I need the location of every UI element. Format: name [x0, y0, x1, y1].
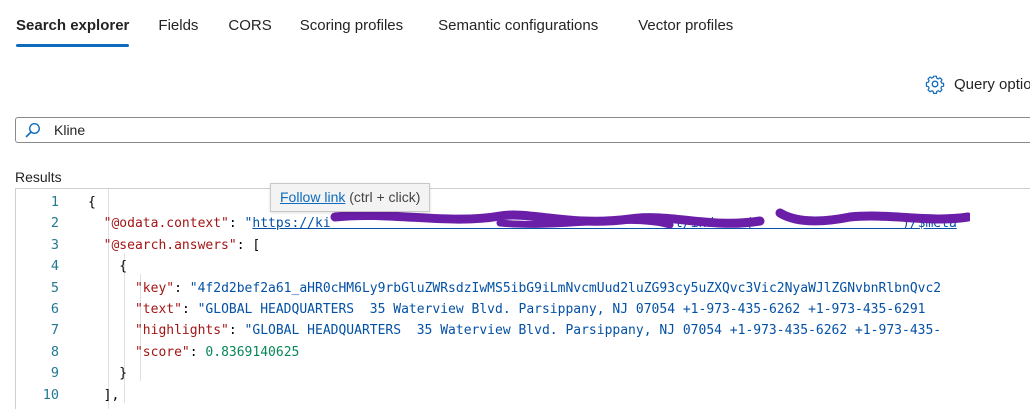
- code-line: 1{: [16, 192, 1030, 213]
- code-token: :: [189, 344, 206, 360]
- code-line: 3 "@search.answers": [: [16, 235, 1030, 256]
- code-line: 7 "highlights": "GLOBAL HEADQUARTERS 35 …: [16, 320, 1030, 341]
- search-icon: [25, 122, 41, 138]
- results-label: Results: [15, 169, 62, 185]
- line-number: 3: [50, 236, 59, 253]
- code-token[interactable]: https://ki t/indexes(' ')/$meta: [252, 216, 956, 231]
- code-token: :: [228, 323, 245, 339]
- code-token: 0.8369140625: [205, 344, 300, 360]
- line-content: "key": "4f2d2bef2a61_aHR0cHM6Ly9rbGluZWR…: [88, 278, 941, 299]
- line-number: 1: [50, 194, 59, 210]
- code-token: {: [88, 259, 128, 275]
- code-token: :: [228, 216, 245, 232]
- tab-cors[interactable]: CORS: [228, 17, 271, 34]
- follow-link-tooltip: Follow link (ctrl + click): [270, 183, 431, 212]
- code-token: "highlights": [134, 323, 229, 339]
- line-number: 9: [50, 365, 59, 382]
- tab-search-explorer[interactable]: Search explorer: [16, 17, 130, 47]
- line-number: 2: [50, 215, 59, 232]
- results-json-editor[interactable]: 1{2 "@odata.context": "https://ki t/inde…: [15, 188, 1030, 409]
- line-content: "@odata.context": "https://ki t/indexes(…: [88, 213, 957, 234]
- tab-vector-profiles[interactable]: Vector profiles: [638, 17, 733, 34]
- line-number: 10: [42, 386, 59, 403]
- gear-icon: [925, 75, 945, 94]
- code-line: 5 "key": "4f2d2bef2a61_aHR0cHM6Ly9rbGluZ…: [16, 278, 1030, 299]
- follow-link-hint: (ctrl + click): [349, 189, 421, 205]
- code-line: 10 ],: [16, 385, 1030, 406]
- code-token: "@odata.context": [103, 216, 229, 232]
- line-content: }: [88, 363, 127, 384]
- code-token: "@search.answers": [103, 237, 237, 253]
- line-number: 4: [50, 258, 59, 275]
- line-number: 7: [50, 322, 59, 339]
- search-input[interactable]: [54, 122, 954, 138]
- tab-scoring-profiles[interactable]: Scoring profiles: [300, 17, 403, 34]
- code-line: 9 }: [16, 363, 1030, 384]
- code-token: "4f2d2bef2a61_aHR0cHM6Ly9rbGluZWRsdzIwMS…: [189, 280, 942, 296]
- line-content: "score": 0.8369140625: [88, 342, 299, 363]
- query-options-label: Query optio: [954, 75, 1030, 93]
- code-token: "GLOBAL HEADQUARTERS 35 Waterview Blvd. …: [244, 323, 942, 339]
- follow-link[interactable]: Follow link: [280, 189, 345, 205]
- search-index-page: Search explorer Fields CORS Scoring prof…: [0, 0, 1030, 409]
- code-token: }: [88, 366, 128, 382]
- line-content: {: [88, 256, 127, 277]
- tab-fields[interactable]: Fields: [158, 17, 198, 34]
- code-line: 4 {: [16, 256, 1030, 277]
- code-token: :: [181, 301, 198, 317]
- line-content: "highlights": "GLOBAL HEADQUARTERS 35 Wa…: [88, 320, 941, 341]
- line-content: {: [88, 192, 96, 213]
- line-content: "@search.answers": [: [88, 235, 261, 256]
- line-number: 8: [50, 343, 59, 360]
- line-content: ],: [88, 385, 120, 406]
- code-token: "GLOBAL HEADQUARTERS 35 Waterview Blvd. …: [197, 301, 926, 317]
- code-line: 8 "score": 0.8369140625: [16, 342, 1030, 363]
- code-line: 6 "text": "GLOBAL HEADQUARTERS 35 Waterv…: [16, 299, 1030, 320]
- line-content: "text": "GLOBAL HEADQUARTERS 35 Watervie…: [88, 299, 926, 320]
- code-line: 2 "@odata.context": "https://ki t/indexe…: [16, 213, 1030, 234]
- code-token: : [: [236, 237, 261, 253]
- code-token: ],: [88, 387, 120, 403]
- line-number: 5: [50, 279, 59, 296]
- code-token: :: [174, 280, 190, 296]
- line-number: 6: [50, 300, 59, 317]
- code-token: {: [88, 195, 96, 210]
- tab-semantic-configurations[interactable]: Semantic configurations: [438, 17, 598, 34]
- tab-bar: Search explorer Fields CORS Scoring prof…: [16, 0, 733, 50]
- query-options-button[interactable]: Query optio: [925, 74, 1030, 94]
- code-token: "text": [134, 301, 182, 317]
- search-box[interactable]: [15, 117, 1030, 143]
- code-lines: 1{2 "@odata.context": "https://ki t/inde…: [16, 192, 1030, 406]
- code-token: "score": [134, 344, 190, 360]
- code-token: "key": [134, 280, 175, 296]
